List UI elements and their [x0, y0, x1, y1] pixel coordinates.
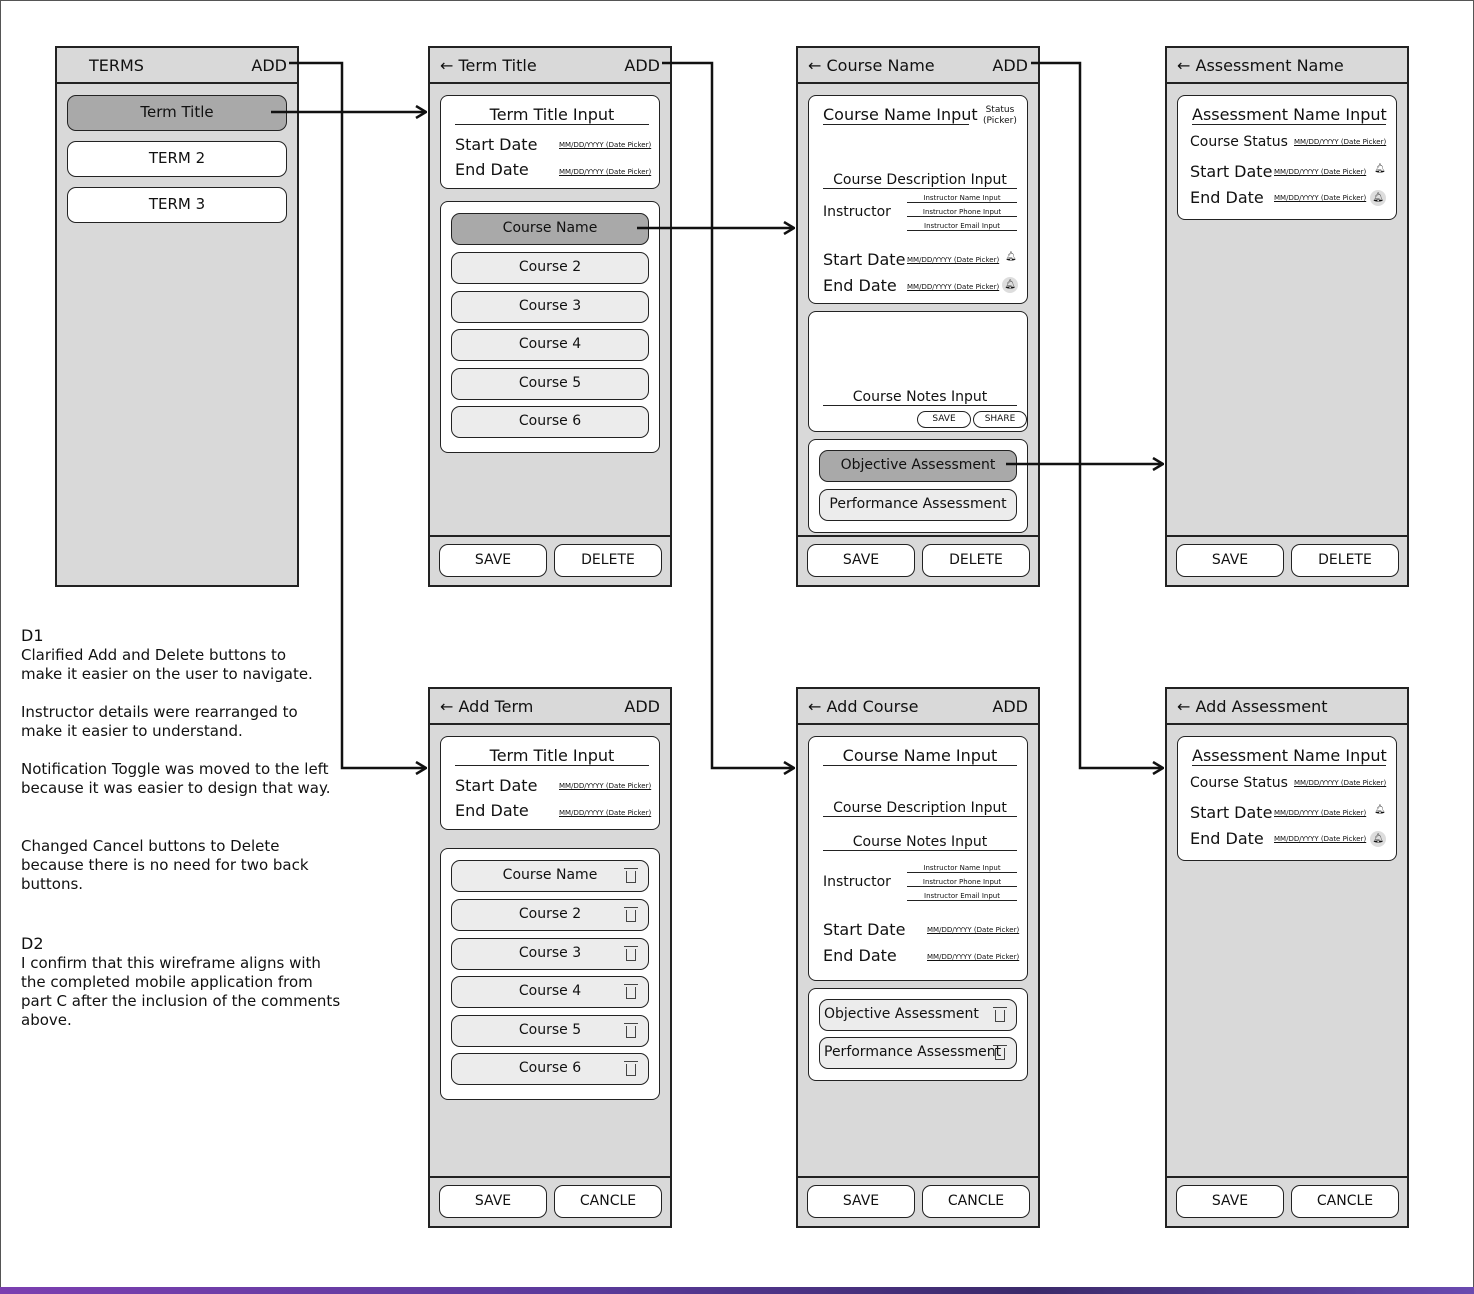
flow-arrows — [271, 61, 1473, 1287]
arrow-add-to-add-course — [662, 61, 794, 768]
wireframe-canvas: TERMS ADD Term Title TERM 2 TERM 3 ← Ter… — [0, 0, 1474, 1288]
arrow-add-to-add-term — [289, 61, 426, 768]
arrow-add-to-add-assessment — [1031, 61, 1163, 768]
background-strip — [0, 1287, 1474, 1294]
